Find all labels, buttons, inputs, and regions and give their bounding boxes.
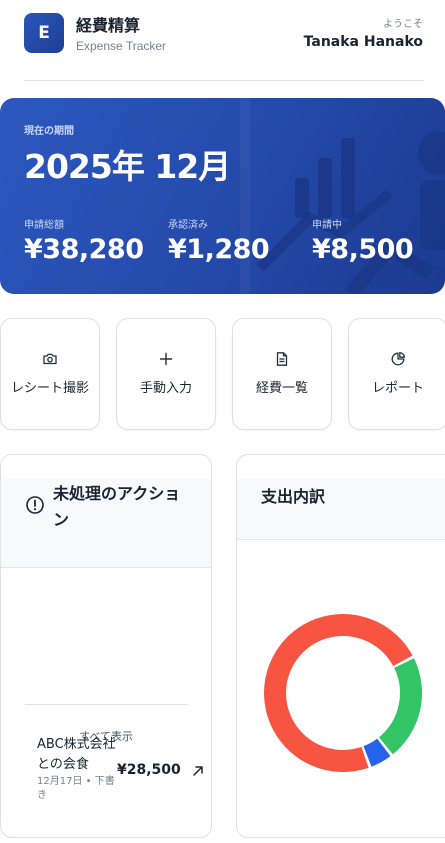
- report-button[interactable]: レポート: [348, 318, 445, 430]
- document-icon: [233, 351, 331, 369]
- alert-circle-icon: [26, 496, 44, 514]
- manual-entry-button[interactable]: 手動入力: [116, 318, 216, 430]
- pending-actions-title: 未処理のアクション: [53, 484, 181, 529]
- total-submitted-amount: ¥38,280: [24, 234, 144, 265]
- expense-list-button[interactable]: 経費一覧: [232, 318, 332, 430]
- manual-entry-label: 手動入力: [139, 381, 192, 396]
- app-title: 経費精算: [76, 16, 141, 35]
- pending-amount: ¥8,500: [312, 234, 414, 265]
- pending-divider: [25, 704, 188, 705]
- plus-icon: [117, 351, 215, 369]
- pending-item[interactable]: ABC株式会社との会食 12月17日 • 下書き ¥28,500: [1, 569, 211, 801]
- current-period: 2025年 12月: [24, 147, 231, 186]
- app-subtitle: Expense Tracker: [76, 39, 167, 53]
- pending-actions-card: 未処理のアクション ABC株式会社との会食 12月17日 • 下書き ¥28,5…: [0, 454, 212, 838]
- approved-amount: ¥1,280: [168, 234, 270, 265]
- pending-label: 申請中: [312, 220, 342, 231]
- donut-segment-1[interactable]: [378, 658, 422, 755]
- period-summary-card: 現在の期間 2025年 12月 申請総額 ¥38,280 承認済み ¥1,280…: [0, 98, 445, 294]
- arrow-up-right-icon[interactable]: [191, 764, 205, 778]
- app-logo: E: [24, 13, 64, 53]
- expense-list-label: 経費一覧: [255, 381, 308, 396]
- spending-breakdown-card: 支出内訳: [236, 454, 445, 838]
- spending-donut-chart: [264, 614, 422, 772]
- pie-chart-icon: [349, 351, 445, 369]
- receipt-capture-label: レシート撮影: [10, 381, 89, 396]
- user-name[interactable]: Tanaka Hanako: [304, 34, 423, 50]
- pending-item-meta: 12月17日 • 下書き: [37, 776, 115, 801]
- approved-label: 承認済み: [168, 220, 208, 231]
- donut-segment-2[interactable]: [363, 738, 391, 767]
- pending-item-amount: ¥28,500: [117, 762, 181, 778]
- spending-breakdown-title: 支出内訳: [261, 487, 326, 506]
- total-submitted-label: 申請総額: [24, 220, 64, 231]
- header-divider: [24, 80, 424, 81]
- welcome-text: ようこそ: [383, 19, 423, 30]
- report-label: レポート: [371, 381, 424, 396]
- period-label: 現在の期間: [24, 126, 74, 137]
- view-all-link[interactable]: すべて表示: [1, 728, 211, 744]
- camera-icon: [1, 351, 99, 369]
- receipt-capture-button[interactable]: レシート撮影: [0, 318, 100, 430]
